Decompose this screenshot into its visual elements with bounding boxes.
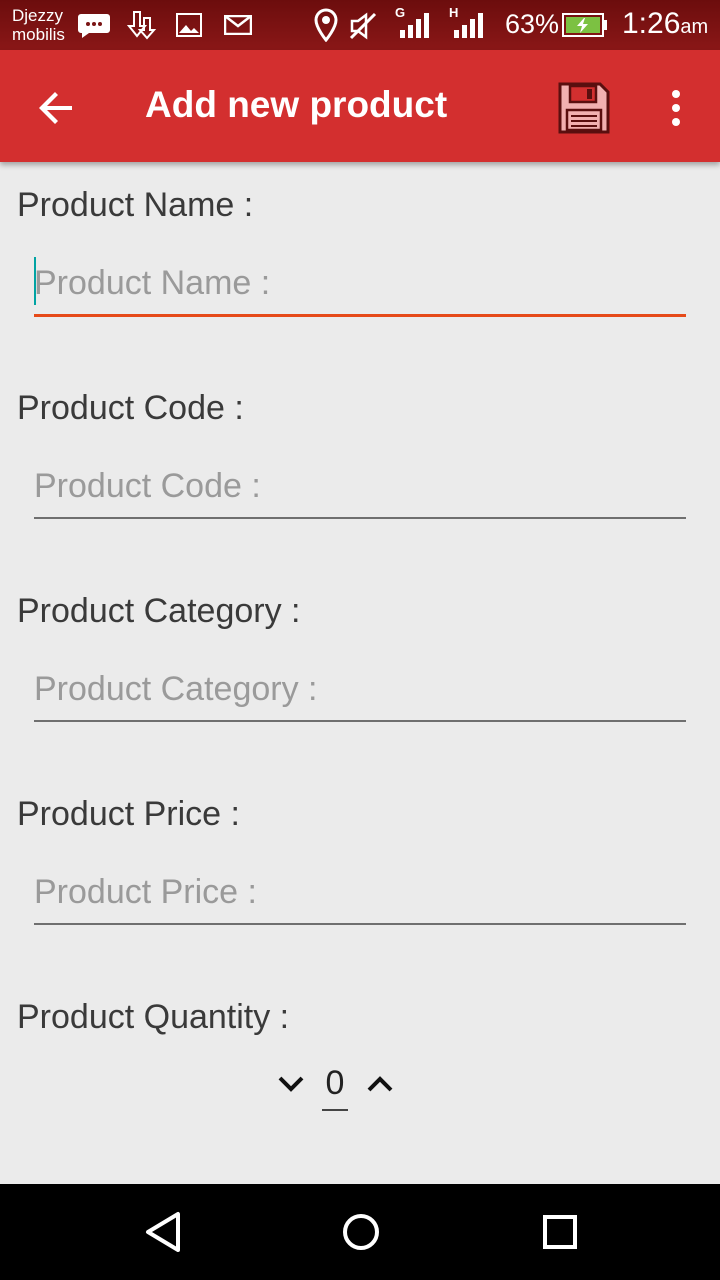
- save-floppy-icon[interactable]: [556, 80, 612, 136]
- product-category-input[interactable]: [34, 662, 686, 722]
- download-icon: [126, 11, 157, 40]
- product-code-input[interactable]: [34, 459, 686, 519]
- home-circle-icon[interactable]: [337, 1208, 385, 1256]
- mail-icon: [224, 15, 252, 35]
- text-cursor: [34, 257, 36, 305]
- product-category-label: Product Category :: [17, 592, 301, 630]
- mute-icon: [349, 12, 377, 40]
- back-arrow-icon[interactable]: [32, 84, 80, 132]
- chevron-down-icon[interactable]: [273, 1066, 309, 1102]
- chat-bubble-icon: [78, 14, 110, 38]
- location-icon: [314, 8, 338, 42]
- back-triangle-icon[interactable]: [140, 1208, 188, 1256]
- battery-charging-icon: [562, 13, 607, 37]
- product-code-label: Product Code :: [17, 389, 244, 427]
- product-name-input[interactable]: [34, 256, 686, 317]
- product-name-label: Product Name :: [17, 186, 254, 224]
- more-vert-icon[interactable]: [660, 84, 692, 132]
- quantity-value[interactable]: 0: [322, 1064, 348, 1111]
- battery-percent: 63%: [505, 9, 560, 39]
- system-nav-bar: [0, 1184, 720, 1280]
- signal-icon: [400, 13, 429, 38]
- app-bar: Add new product: [0, 50, 720, 162]
- product-quantity-label: Product Quantity :: [17, 998, 290, 1036]
- signal-icon: [454, 13, 483, 38]
- product-price-input[interactable]: [34, 865, 686, 925]
- recents-square-icon[interactable]: [536, 1208, 584, 1256]
- status-bar: Djezzy mobilis G H 63% 1:26am: [0, 0, 720, 50]
- page-title: Add new product: [145, 84, 448, 125]
- carrier-name: Djezzy mobilis: [12, 6, 65, 44]
- image-icon: [176, 13, 202, 37]
- clock: 1:26am: [622, 7, 709, 40]
- chevron-up-icon[interactable]: [362, 1066, 398, 1102]
- product-price-label: Product Price :: [17, 795, 240, 833]
